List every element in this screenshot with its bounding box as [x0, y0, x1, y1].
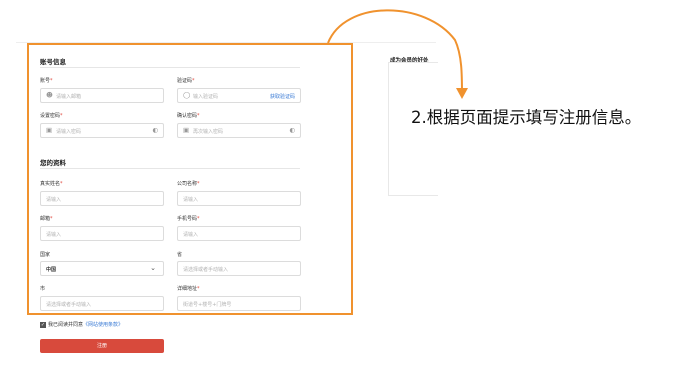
annotation-text: 2.根据页面提示填写注册信息。 [411, 108, 642, 127]
annotation-arrow [327, 9, 468, 99]
